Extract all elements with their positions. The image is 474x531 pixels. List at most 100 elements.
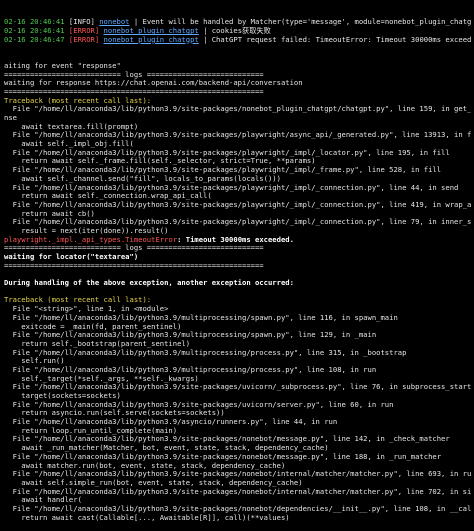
output-line: File "/home/ll/anaconda3/lib/python3.9/m… (4, 366, 471, 375)
output-line: await self.simple_run(bot, event, state,… (4, 479, 471, 488)
output-line: await _run_matcher(Matcher, bot, event, … (4, 444, 471, 453)
output-text: aiting for event "response" (4, 61, 121, 70)
output-line: File "/home/ll/anaconda3/lib/python3.9/s… (4, 201, 471, 210)
output-line: File "/home/ll/anaconda3/lib/python3.9/m… (4, 314, 471, 323)
exception-line: playwright._impl._api_types.TimeoutError… (4, 236, 471, 245)
output-text: result = next(iter(done)).result() (4, 226, 169, 235)
output-text: self.run() (4, 357, 65, 366)
output-text: return await self._frame.fill(self._sele… (4, 157, 316, 166)
output-text: return await cast(Callable[..., Awaitabl… (4, 513, 290, 522)
output-text: File "/home/ll/anaconda3/lib/python3.9/s… (4, 166, 442, 175)
output-line: File "/home/ll/anaconda3/lib/python3.9/s… (4, 105, 471, 114)
output-line: File "/home/ll/anaconda3/lib/python3.9/s… (4, 401, 471, 410)
output-text: File "/home/ll/anaconda3/lib/python3.9/s… (4, 383, 471, 392)
output-text: await matcher.run(bot, event, state, sta… (4, 461, 286, 470)
output-text: File "/home/ll/anaconda3/lib/python3.9/s… (4, 183, 459, 192)
log-timestamp: 02-16 20:46:41 (4, 27, 65, 36)
output-text: File "/home/ll/anaconda3/lib/python3.9/s… (4, 452, 442, 461)
output-line: await self._channel.send("fill", locals_… (4, 175, 471, 184)
output-text: self._target(*self._args, **self._kwargs… (4, 374, 199, 383)
output-text: File "/home/ll/anaconda3/lib/python3.9/s… (4, 200, 471, 209)
output-line: During handling of the above exception, … (4, 279, 471, 288)
output-line: self._target(*self._args, **self._kwargs… (4, 375, 471, 384)
output-text: File "/home/ll/anaconda3/lib/python3.9/s… (4, 400, 394, 409)
output-line: File "/home/ll/anaconda3/lib/python3.9/m… (4, 331, 471, 340)
output-line: nse (4, 114, 471, 123)
output-text: await textarea.fill(prompt) (4, 122, 139, 131)
output-line: return self._bootstrap(parent_sentinel) (4, 340, 471, 349)
output-text: File "/home/ll/anaconda3/lib/python3.9/a… (4, 418, 338, 427)
output-text: File "/home/ll/anaconda3/lib/python3.9/s… (4, 504, 471, 513)
output-line: waiting for response https://chat.openai… (4, 79, 471, 88)
output-line: return asyncio.run(self.serve(sockets=so… (4, 409, 471, 418)
output-text: return self._bootstrap(parent_sentinel) (4, 339, 191, 348)
output-text: File "/home/ll/anaconda3/lib/python3.9/s… (4, 435, 450, 444)
traceback-header: Traceback (most recent call last): (4, 296, 471, 305)
log-header: 02-16 20:46:41 [INFO] nonebot | Event wi… (4, 18, 471, 44)
log-entry: 02-16 20:46:47 [ERROR] nonebot_plugin_ch… (4, 36, 471, 45)
output-text: waiting for locator("textarea") (4, 253, 139, 261)
output-line: File "/home/ll/anaconda3/lib/python3.9/s… (4, 470, 471, 479)
output-line: File "/home/ll/anaconda3/lib/python3.9/a… (4, 418, 471, 427)
output-text: =========================== logs =======… (4, 70, 264, 79)
output-text: ========================================… (4, 261, 264, 270)
output-line: self.run() (4, 357, 471, 366)
output-text: await self._channel.send("fill", locals_… (4, 174, 281, 183)
output-line: ========================================… (4, 262, 471, 271)
output-line: ========================================… (4, 88, 471, 97)
output-text: await self.simple_run(bot, event, state,… (4, 478, 303, 487)
terminal-output[interactable]: 02-16 20:46:41 [INFO] nonebot | Event wi… (0, 0, 474, 531)
log-entry: 02-16 20:46:41 [ERROR] nonebot_plugin_ch… (4, 27, 471, 36)
output-text: Traceback (most recent call last): (4, 296, 152, 305)
output-line: File "/home/ll/anaconda3/lib/python3.9/s… (4, 505, 471, 514)
log-module: nonebot_plugin_chatgpt (103, 35, 199, 44)
output-line: return await cb() (4, 210, 471, 219)
log-message: | Event will be handled by Matcher(type=… (133, 18, 471, 27)
log-message: | cookies获取失败 (198, 27, 271, 36)
output-text: File "/home/ll/anaconda3/lib/python3.9/m… (4, 365, 377, 374)
output-text: return await cb() (4, 209, 95, 218)
output-line: return loop.run_until_complete(main) (4, 427, 471, 436)
output-line: File "/home/ll/anaconda3/lib/python3.9/s… (4, 435, 471, 444)
output-line: File "<string>", line 1, in <module> (4, 305, 471, 314)
output-line: await self._impl_obj.fill( (4, 140, 471, 149)
output-line: File "/home/ll/anaconda3/lib/python3.9/s… (4, 383, 471, 392)
output-line: File "/home/ll/anaconda3/lib/python3.9/s… (4, 453, 471, 462)
output-line: await matcher.run(bot, event, state, sta… (4, 462, 471, 471)
output-text: File "/home/ll/anaconda3/lib/python3.9/m… (4, 331, 377, 340)
log-timestamp: 02-16 20:46:41 (4, 18, 65, 27)
output-text: File "/home/ll/anaconda3/lib/python3.9/s… (4, 105, 471, 114)
output-line: =========================== logs =======… (4, 244, 471, 253)
output-text: =========================== logs =======… (4, 244, 264, 253)
output-text: nse (4, 114, 17, 122)
output-line: await handler( (4, 496, 471, 505)
output-line: result = next(iter(done)).result() (4, 227, 471, 236)
output-line: target(sockets=sockets) (4, 392, 471, 401)
output-text: File "/home/ll/anaconda3/lib/python3.9/s… (4, 131, 471, 140)
output-text: File "/home/ll/anaconda3/lib/python3.9/s… (4, 218, 471, 227)
output-text: File "/home/ll/anaconda3/lib/python3.9/s… (4, 470, 471, 479)
output-text: File "/home/ll/anaconda3/lib/python3.9/m… (4, 313, 398, 322)
output-text: exitcode = _main(fd, parent_sentinel) (4, 322, 182, 331)
exception-module: playwright._impl._api_types. (4, 235, 126, 244)
output-text: File "/home/ll/anaconda3/lib/python3.9/s… (4, 148, 450, 157)
output-line: File "/home/ll/anaconda3/lib/python3.9/m… (4, 349, 471, 358)
output-text: return asyncio.run(self.serve(sockets=so… (4, 409, 225, 418)
log-level: [ERROR] (68, 35, 100, 44)
output-line: return await self._frame.fill(self._sele… (4, 157, 471, 166)
output-text: await handler( (4, 496, 82, 505)
log-timestamp: 02-16 20:46:47 (4, 35, 65, 44)
output-line: aiting for event "response" (4, 62, 471, 71)
log-entry: 02-16 20:46:41 [INFO] nonebot | Event wi… (4, 18, 471, 27)
exception-message: : Timeout 30000ms exceeded. (177, 235, 294, 244)
log-module: nonebot (99, 18, 130, 27)
output-text: File "<string>", line 1, in <module> (4, 305, 169, 314)
output-text: ========================================… (4, 87, 264, 96)
output-line: File "/home/ll/anaconda3/lib/python3.9/s… (4, 184, 471, 193)
output-text: Traceback (most recent call last): (4, 96, 152, 105)
output-line: return await cast(Callable[..., Awaitabl… (4, 514, 471, 523)
exception-name: TimeoutError (125, 235, 178, 244)
traceback-header: Traceback (most recent call last): (4, 97, 471, 106)
output-text: File "/home/ll/anaconda3/lib/python3.9/s… (4, 487, 471, 496)
